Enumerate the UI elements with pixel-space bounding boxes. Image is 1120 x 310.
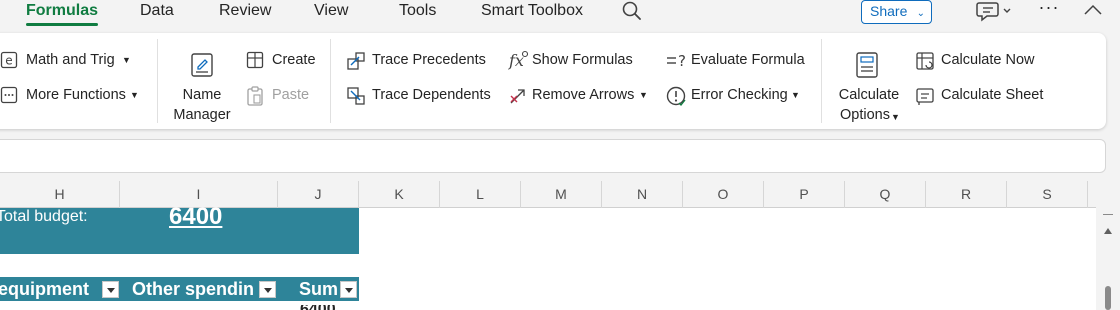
tab-data[interactable]: Data bbox=[140, 0, 174, 26]
tab-formulas[interactable]: Formulas bbox=[26, 0, 99, 26]
name-manager-label-2: Manager bbox=[173, 107, 231, 123]
name-manager-label-1: Name bbox=[182, 87, 222, 103]
error-checking-icon bbox=[666, 86, 686, 107]
trace-precedents-icon bbox=[347, 52, 365, 70]
formula-bar[interactable] bbox=[0, 139, 1106, 173]
share-button-label: Share bbox=[870, 3, 908, 19]
column-header-p[interactable]: P bbox=[764, 181, 845, 208]
column-header-h[interactable]: H bbox=[0, 181, 120, 208]
column-header-l[interactable]: L bbox=[440, 181, 521, 208]
chevron-down-icon: ▼ bbox=[791, 90, 800, 100]
budget-label: Total budget: bbox=[0, 208, 88, 225]
column-header-r[interactable]: R bbox=[926, 181, 1007, 208]
calc-options-label-2: Options bbox=[840, 107, 890, 123]
scroll-up-arrow-icon[interactable] bbox=[1104, 228, 1112, 234]
scrollbar-divider bbox=[1103, 214, 1113, 215]
column-header-o[interactable]: O bbox=[683, 181, 764, 208]
column-header-j[interactable]: J bbox=[278, 181, 359, 208]
budget-value[interactable]: 6400 bbox=[169, 203, 222, 231]
ribbon-panel: e Math and Trig ▼ More Functions ▼ Name … bbox=[0, 33, 1106, 129]
sheet-grid[interactable]: Total budget: 6400 equipment Other spend… bbox=[0, 203, 1096, 310]
trace-precedents-label: Trace Precedents bbox=[372, 52, 486, 68]
header-sum[interactable]: Sum bbox=[299, 279, 338, 299]
chevron-up-icon[interactable] bbox=[1082, 0, 1104, 22]
filter-dropdown-icon[interactable] bbox=[259, 281, 276, 298]
remove-arrows-icon bbox=[510, 89, 525, 104]
paste-icon bbox=[247, 86, 263, 106]
tab-smart-toolbox[interactable]: Smart Toolbox bbox=[481, 0, 583, 26]
error-checking-label: Error Checking bbox=[691, 87, 788, 103]
chevron-down-icon: ⌄ bbox=[916, 8, 925, 19]
column-header-m[interactable]: M bbox=[521, 181, 602, 208]
filter-dropdown-icon[interactable] bbox=[340, 281, 357, 298]
comment-icon[interactable] bbox=[976, 0, 1014, 24]
header-other-spending[interactable]: Other spendin bbox=[132, 279, 258, 299]
svg-text:fx: fx bbox=[508, 51, 524, 70]
share-button[interactable]: Share ⌄ bbox=[861, 0, 932, 24]
remove-arrows-label: Remove Arrows bbox=[532, 87, 635, 103]
budget-banner: Total budget: 6400 bbox=[0, 203, 359, 254]
tab-view[interactable]: View bbox=[314, 0, 348, 26]
column-header-s[interactable]: S bbox=[1007, 181, 1088, 208]
trace-dependents-icon bbox=[347, 87, 365, 105]
show-formulas-label: Show Formulas bbox=[532, 52, 633, 68]
scrollbar-thumb[interactable] bbox=[1105, 286, 1111, 310]
trace-dependents-label: Trace Dependents bbox=[372, 87, 491, 103]
tab-review[interactable]: Review bbox=[219, 0, 271, 26]
evaluate-formula-icon: ? bbox=[667, 52, 686, 69]
more-functions-icon bbox=[0, 86, 18, 104]
more-functions-label: More Functions bbox=[26, 87, 126, 103]
vertical-scrollbar[interactable] bbox=[1096, 208, 1120, 310]
group-divider bbox=[821, 39, 822, 123]
column-header-n[interactable]: N bbox=[602, 181, 683, 208]
chevron-down-icon: ▼ bbox=[122, 55, 131, 65]
more-options-icon[interactable]: ··· bbox=[1038, 0, 1060, 22]
table-header-row: equipment Other spendin Sum bbox=[0, 277, 359, 301]
paste-label: Paste bbox=[272, 87, 310, 103]
group-divider bbox=[330, 39, 331, 123]
search-icon[interactable] bbox=[621, 0, 643, 22]
evaluate-formula-label: Evaluate Formula bbox=[691, 52, 805, 68]
calculate-now-label: Calculate Now bbox=[941, 52, 1035, 68]
tab-tools[interactable]: Tools bbox=[399, 0, 436, 26]
column-header-k[interactable]: K bbox=[359, 181, 440, 208]
calculate-sheet-icon bbox=[916, 88, 934, 105]
column-header-row: H I J K L M N O P Q R S bbox=[0, 181, 1096, 208]
calculate-now-icon bbox=[916, 52, 934, 70]
calculate-sheet-label: Calculate Sheet bbox=[941, 87, 1044, 103]
chevron-down-icon: ▼ bbox=[891, 112, 900, 122]
column-header-q[interactable]: Q bbox=[845, 181, 926, 208]
show-formulas-icon: fx bbox=[508, 50, 529, 70]
header-equipment[interactable]: equipment bbox=[0, 279, 89, 299]
create-label: Create bbox=[272, 52, 316, 68]
calc-options-label-1: Calculate bbox=[838, 87, 900, 103]
svg-text:?: ? bbox=[678, 52, 686, 69]
math-trig-icon: e bbox=[0, 51, 18, 69]
chevron-down-icon: ▼ bbox=[639, 90, 648, 100]
calculator-icon bbox=[856, 52, 878, 78]
chevron-down-icon: ▼ bbox=[130, 90, 139, 100]
math-trig-label: Math and Trig bbox=[26, 52, 115, 68]
sum-cell-value[interactable]: 6400 bbox=[300, 305, 336, 310]
ribbon-tab-bar: Formulas Data Review View Tools Smart To… bbox=[0, 0, 1120, 28]
group-divider bbox=[157, 39, 158, 123]
create-icon bbox=[246, 51, 264, 69]
filter-dropdown-icon[interactable] bbox=[102, 281, 119, 298]
svg-text:e: e bbox=[5, 54, 12, 68]
name-manager-icon bbox=[191, 53, 213, 77]
